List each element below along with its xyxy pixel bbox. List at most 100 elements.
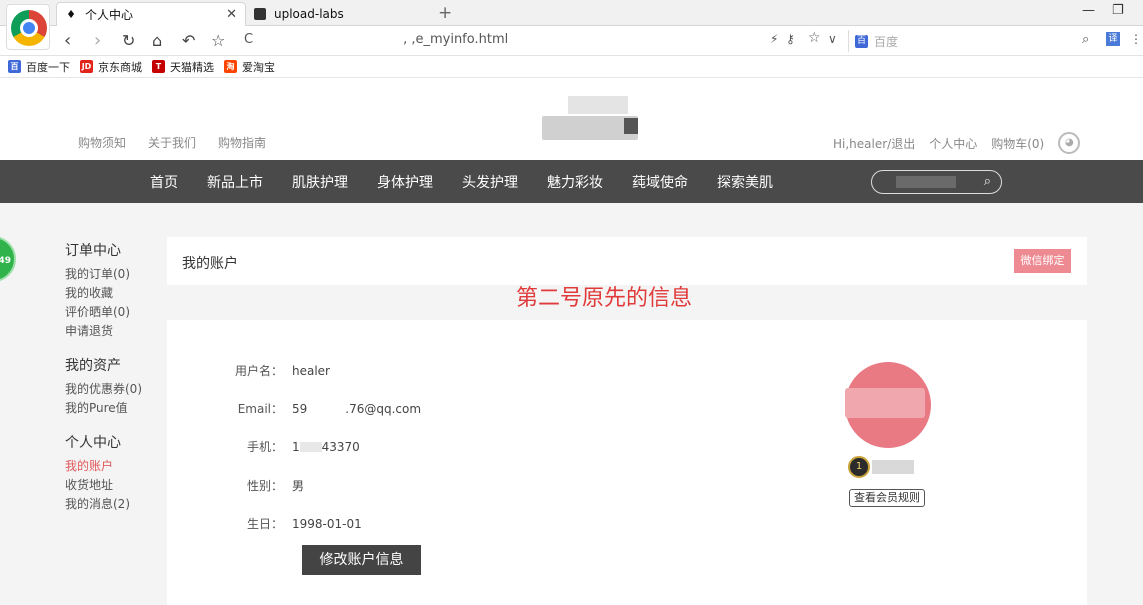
bookmark-aitaobao[interactable]: 淘 爱淘宝	[224, 59, 275, 75]
nav-new-arrivals[interactable]: 新品上市	[207, 172, 263, 192]
lightning-icon[interactable]: ⚡	[770, 32, 778, 46]
translate-icon[interactable]: 译	[1106, 32, 1120, 46]
restore-icon[interactable]: ❐	[1112, 3, 1124, 18]
site-favicon-icon	[254, 8, 266, 20]
side-item-pure-points[interactable]: 我的Pure值	[65, 399, 155, 418]
account-header: 我的账户 微信绑定	[167, 237, 1087, 285]
field-value-start: 59	[292, 401, 308, 416]
side-title: 我的资产	[65, 358, 121, 374]
nav-hair-care[interactable]: 头发护理	[462, 172, 518, 192]
link-shopping-notice[interactable]: 购物须知	[78, 134, 126, 151]
bookmark-tmall[interactable]: T 天猫精选	[152, 59, 214, 75]
side-item-messages[interactable]: 我的消息(2)	[65, 495, 155, 514]
field-label: Email：	[237, 402, 283, 416]
tab-upload-labs[interactable]: upload-labs	[248, 2, 434, 26]
nav-mission[interactable]: 莼域使命	[632, 172, 688, 192]
user-greeting-logout[interactable]: Hi,healer/退出	[833, 135, 915, 152]
field-phone: 手机： 1 43370	[167, 438, 360, 455]
tab-personal-center[interactable]: ♦ 个人中心 ✕	[56, 2, 246, 26]
address-bar: ‹ › ↻ ⌂ ↶ ☆ C , ,e_myinfo.html ⚡ ⚷ ☆ ∨ 百 …	[0, 26, 1143, 56]
bookmark-label: 百度一下	[26, 60, 70, 74]
field-value: healer	[292, 363, 330, 378]
red-annotation: 第二号原先的信息	[516, 286, 693, 311]
baidu-icon: 百	[855, 34, 868, 48]
field-value-start: 1	[292, 439, 300, 454]
link-shopping-guide[interactable]: 购物指南	[218, 134, 266, 151]
home-icon[interactable]: ⌂	[152, 30, 162, 52]
field-value: 1998-01-01	[292, 516, 362, 531]
search-engine-box[interactable]: 百 百度	[848, 30, 1098, 52]
main-nav: 首页 新品上市 肌肤护理 身体护理 头发护理 魅力彩妆 莼域使命 探索美肌 ⌕	[0, 160, 1143, 203]
header-links-left: 购物须知 关于我们 购物指南	[78, 134, 266, 151]
bookmark-label: 京东商城	[98, 60, 142, 74]
nav-skin-care[interactable]: 肌肤护理	[292, 172, 348, 192]
redacted-mask	[299, 441, 322, 452]
side-item-coupons[interactable]: 我的优惠券(0)	[65, 380, 155, 399]
tmall-icon: T	[152, 60, 165, 73]
flame-icon: ♦	[66, 7, 76, 21]
view-member-rules-button[interactable]: 查看会员规则	[849, 489, 925, 507]
baidu-paw-icon: 百	[8, 60, 21, 73]
field-email: Email： 59 .76@qq.com	[167, 400, 421, 417]
reload-icon[interactable]: ↻	[122, 30, 135, 52]
tab-title: 个人中心	[85, 8, 134, 22]
new-tab-button[interactable]: +	[438, 3, 452, 23]
forward-icon[interactable]: ›	[94, 30, 101, 52]
browser-tab-bar: ♦ 个人中心 ✕ upload-labs + — ❐	[0, 0, 1143, 26]
nav-body-care[interactable]: 身体护理	[377, 172, 433, 192]
avatar[interactable]	[845, 362, 931, 448]
bookmark-jd[interactable]: JD 京东商城	[80, 59, 142, 75]
side-title: 订单中心	[65, 243, 121, 259]
side-item-my-orders[interactable]: 我的订单(0)	[65, 265, 155, 284]
field-value: 男	[292, 479, 305, 493]
minimize-icon[interactable]: —	[1082, 3, 1095, 18]
field-label: 手机：	[246, 440, 283, 454]
account-sidebar: 订单中心 我的订单(0) 我的收藏 评价晒单(0) 申请退货 我的资产 我的优惠…	[65, 240, 155, 528]
search-icon[interactable]: ⌕	[1082, 32, 1089, 47]
bookmark-star-icon[interactable]: ☆	[211, 30, 225, 52]
url-text-end: , ,e_myinfo.html	[403, 32, 509, 47]
search-placeholder: 百度	[874, 34, 899, 49]
nav-explore[interactable]: 探索美肌	[717, 172, 773, 192]
undo-close-icon[interactable]: ↶	[182, 30, 195, 52]
side-item-reviews[interactable]: 评价晒单(0)	[65, 303, 155, 322]
favorite-star-icon[interactable]: ☆	[808, 30, 821, 46]
field-label: 生日：	[246, 517, 283, 531]
field-birthday: 生日： 1998-01-01	[167, 515, 362, 532]
back-icon[interactable]: ‹	[64, 30, 71, 52]
side-title: 个人中心	[65, 435, 121, 451]
bookmark-baidu[interactable]: 百 百度一下	[8, 59, 70, 75]
search-icon[interactable]: ⌕	[984, 174, 991, 189]
edit-account-button[interactable]: 修改账户信息	[302, 545, 421, 575]
side-item-favorites[interactable]: 我的收藏	[65, 284, 155, 303]
member-level: 1	[848, 456, 914, 478]
link-about-us[interactable]: 关于我们	[148, 134, 196, 151]
wechat-bind-button[interactable]: 微信绑定	[1014, 249, 1071, 273]
side-item-returns[interactable]: 申请退货	[65, 322, 155, 341]
url-text-start: C	[244, 32, 254, 47]
taobao-icon: 淘	[224, 60, 237, 73]
page-title: 我的账户	[182, 256, 238, 272]
side-item-addresses[interactable]: 收货地址	[65, 476, 155, 495]
url-masked	[253, 32, 404, 47]
key-icon[interactable]: ⚷	[786, 32, 795, 46]
browser-logo-icon[interactable]	[6, 4, 50, 50]
site-search-input[interactable]: ⌕	[871, 170, 1002, 194]
side-group-orders: 订单中心 我的订单(0) 我的收藏 评价晒单(0) 申请退货	[65, 240, 155, 341]
field-value-end: 43370	[321, 439, 360, 454]
link-personal-center[interactable]: 个人中心	[929, 135, 977, 152]
nav-makeup[interactable]: 魅力彩妆	[547, 172, 603, 192]
url-field[interactable]: C , ,e_myinfo.html	[244, 32, 508, 47]
account-info-card: 用户名： healer Email： 59 .76@qq.com 手机： 1 43…	[167, 320, 1087, 605]
link-cart[interactable]: 购物车(0)	[991, 135, 1044, 152]
site-logo[interactable]	[538, 96, 642, 142]
field-label: 性别：	[246, 479, 283, 493]
tab-title: upload-labs	[274, 7, 344, 21]
close-tab-icon[interactable]: ✕	[226, 7, 237, 22]
wechat-icon[interactable]: ◕	[1058, 132, 1081, 154]
chevron-down-icon[interactable]: ∨	[828, 32, 837, 46]
menu-icon[interactable]: ⋮	[1130, 32, 1142, 46]
side-item-my-account[interactable]: 我的账户	[65, 457, 155, 476]
bookmark-label: 爱淘宝	[242, 60, 275, 74]
nav-home[interactable]: 首页	[150, 172, 178, 192]
